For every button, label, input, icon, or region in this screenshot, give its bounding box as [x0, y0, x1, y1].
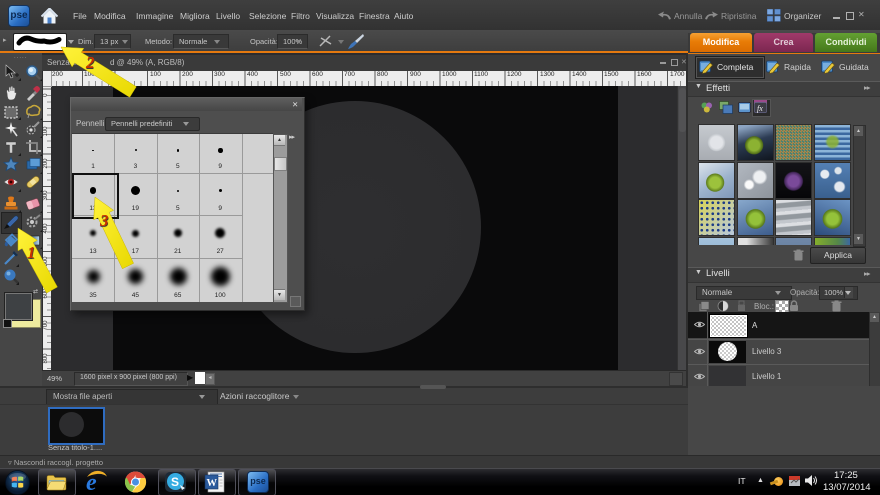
svg-text:500: 500	[43, 256, 49, 267]
svg-text:600: 600	[43, 288, 49, 299]
svg-text:700: 700	[43, 320, 49, 331]
svg-text:0: 0	[43, 93, 49, 97]
svg-text:S: S	[171, 475, 179, 489]
svg-text:100: 100	[43, 126, 49, 137]
svg-text:fx: fx	[757, 104, 763, 113]
svg-text:W: W	[207, 478, 218, 489]
svg-text:300: 300	[43, 190, 49, 201]
svg-text:800: 800	[43, 353, 49, 364]
svg-text:400: 400	[43, 223, 49, 234]
svg-text:200: 200	[43, 158, 49, 169]
